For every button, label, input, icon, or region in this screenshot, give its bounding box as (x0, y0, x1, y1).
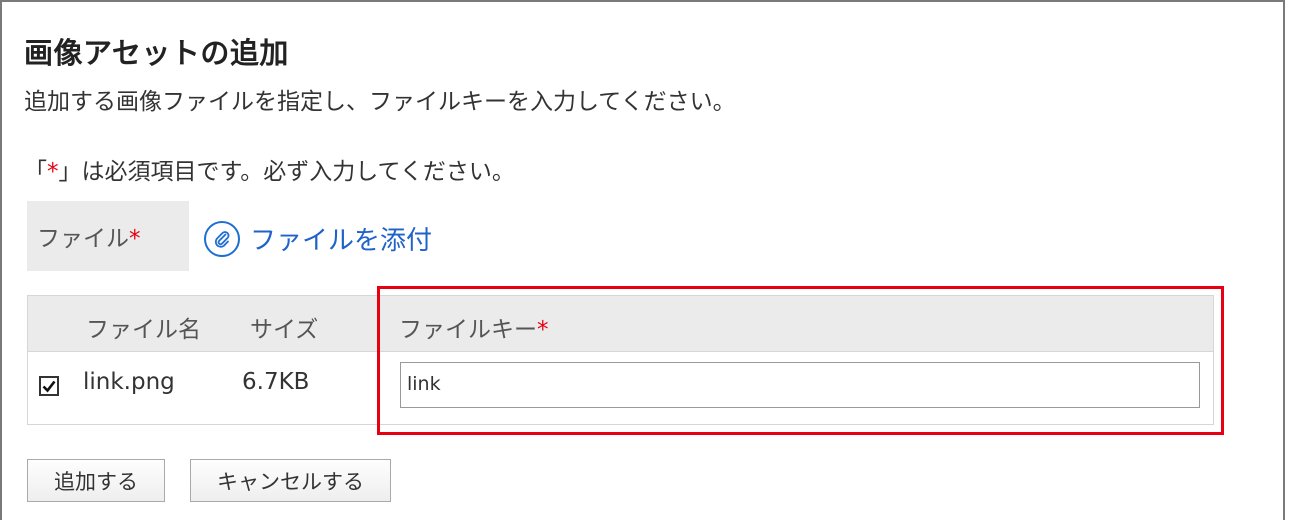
paperclip-icon (204, 220, 240, 257)
header-file-name: ファイル名 (86, 317, 201, 343)
page-title: 画像アセットの追加 (24, 36, 289, 70)
required-mark: * (47, 159, 59, 185)
required-note-suffix: 」は必須項目です。必ず入力してください。 (58, 159, 515, 185)
cancel-button[interactable]: キャンセルする (190, 459, 391, 502)
checkmark-icon (42, 380, 56, 393)
attach-file-link[interactable]: ファイルを添付 (204, 220, 432, 257)
file-checkbox[interactable] (39, 376, 59, 396)
highlight-box (377, 286, 1224, 435)
file-field-label: ファイル* (27, 201, 189, 271)
row-file-name: link.png (83, 369, 175, 395)
required-note: 「*」は必須項目です。必ず入力してください。 (24, 152, 515, 186)
required-note-prefix: 「 (24, 159, 47, 185)
attach-file-label[interactable]: ファイルを添付 (250, 220, 432, 257)
row-file-size: 6.7KB (242, 369, 310, 395)
add-button[interactable]: 追加する (27, 459, 165, 502)
page-description: 追加する画像ファイルを指定し、ファイルキーを入力してください。 (24, 89, 736, 115)
file-required-mark: * (129, 226, 141, 252)
dialog-frame (0, 0, 1285, 520)
file-label-text: ファイル (37, 226, 129, 252)
header-size: サイズ (250, 317, 319, 343)
